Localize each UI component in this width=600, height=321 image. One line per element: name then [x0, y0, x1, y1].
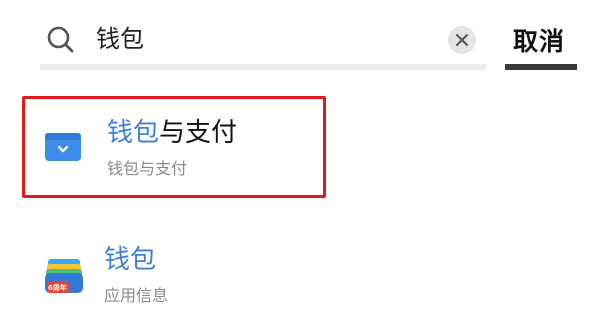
result-title-highlight: 钱包 — [104, 245, 157, 275]
wallet-app-badge: 6周年 — [48, 284, 67, 292]
result-subtitle: 应用信息 — [104, 286, 169, 305]
result-title-highlight: 钱包 — [107, 118, 160, 148]
search-icon — [46, 25, 76, 55]
result-title: 钱包 — [104, 244, 156, 276]
search-underline — [40, 64, 486, 70]
cancel-button[interactable]: 取消 — [505, 8, 577, 70]
wallet-app-icon: 6周年 — [44, 258, 84, 300]
search-screen: 钱包 取消 钱包与支付 钱包与支付 6周年 钱包 应用信息 — [0, 0, 600, 321]
close-icon — [456, 34, 468, 46]
clear-search-button[interactable] — [448, 26, 476, 54]
result-title-rest: 与支付 — [159, 118, 238, 148]
search-bar[interactable]: 钱包 — [40, 8, 486, 70]
result-item-wallet-and-payment[interactable]: 钱包与支付 钱包与支付 — [22, 96, 326, 198]
search-input[interactable]: 钱包 — [96, 22, 144, 56]
wallet-card-icon — [44, 132, 82, 166]
cancel-underline — [505, 64, 577, 70]
result-item-wallet-app[interactable]: 6周年 钱包 应用信息 — [22, 232, 326, 318]
result-subtitle: 钱包与支付 — [107, 159, 188, 178]
cancel-label: 取消 — [513, 27, 566, 56]
result-title: 钱包与支付 — [107, 117, 237, 149]
